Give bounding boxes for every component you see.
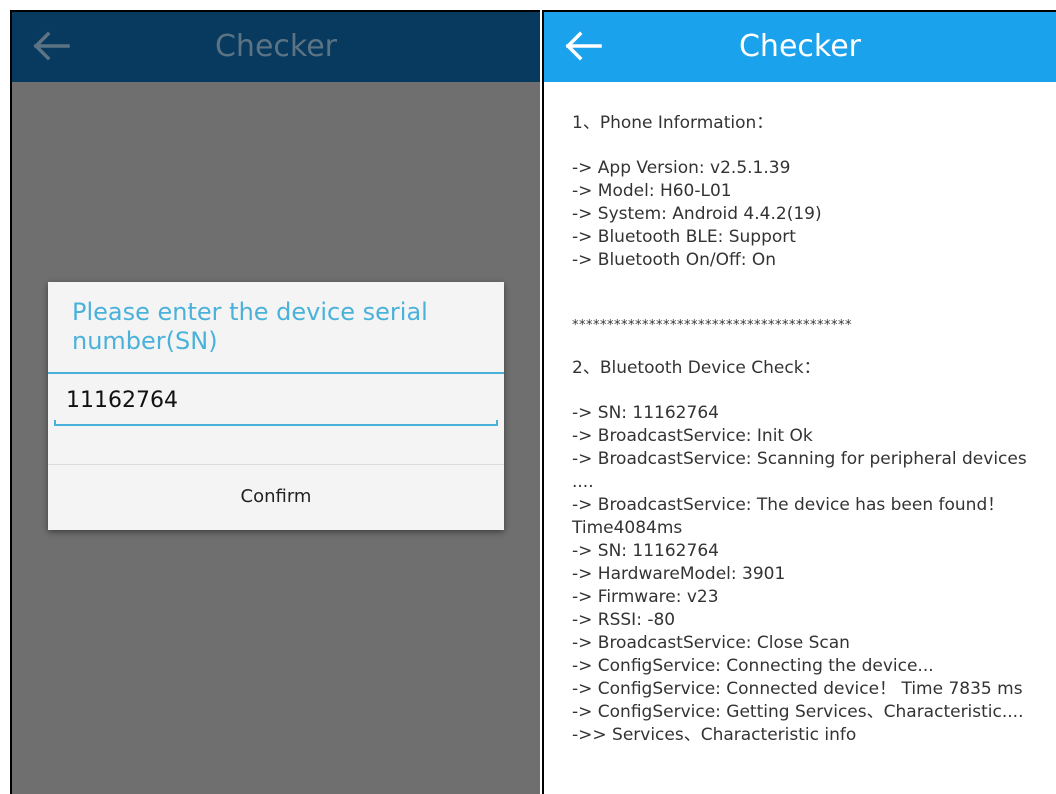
- phone-info-lines: -> App Version: v2.5.1.39 -> Model: H60-L…: [572, 157, 1032, 272]
- section-heading-phone-info: 1、Phone Information：: [572, 113, 774, 133]
- log-line: -> ConfigService: Connected device！ Time…: [572, 679, 1023, 699]
- right-action-bar: Checker: [544, 12, 1056, 82]
- log-line: -> System: Android 4.4.2(19): [572, 204, 822, 224]
- page-title: Checker: [738, 29, 861, 64]
- log-line: ->> Services、Characteristic info: [572, 725, 857, 745]
- serial-number-dialog: Please enter the device serial number(SN…: [48, 282, 504, 530]
- page-title: Checker: [214, 29, 337, 64]
- input-underline: [54, 420, 498, 426]
- bluetooth-check-lines: -> SN: 11162764 -> BroadcastService: Init…: [572, 402, 1032, 747]
- log-line: -> Bluetooth BLE: Support: [572, 227, 796, 247]
- log-line: -> HardwareModel: 3901: [572, 564, 786, 584]
- dialog-title: Please enter the device serial number(SN…: [72, 298, 428, 355]
- log-line: -> BroadcastService: Init Ok: [572, 426, 813, 446]
- log-line: -> Model: H60-L01: [572, 181, 732, 201]
- log-line: -> RSSI: -80: [572, 610, 676, 630]
- back-button[interactable]: [28, 26, 72, 66]
- log-line: -> BroadcastService: Close Scan: [572, 633, 850, 653]
- right-phone-screen: Checker 1、Phone Information： -> App Vers…: [542, 10, 1056, 794]
- log-line: -> App Version: v2.5.1.39: [572, 158, 791, 178]
- log-line: -> BroadcastService: The device has been…: [572, 495, 1010, 538]
- log-line: -> Bluetooth On/Off: On: [572, 250, 776, 270]
- left-action-bar: Checker: [12, 12, 540, 82]
- left-phone-screen: Checker Please enter the device serial n…: [10, 10, 540, 794]
- arrow-left-icon: [33, 31, 70, 61]
- log-line: -> BroadcastService: Scanning for periph…: [572, 449, 1033, 492]
- arrow-left-icon: [565, 31, 602, 61]
- log-line: -> SN: 11162764: [572, 403, 719, 423]
- checker-log: 1、Phone Information： -> App Version: v2.…: [572, 112, 1032, 747]
- dialog-title-divider: [48, 372, 504, 374]
- log-line: -> Firmware: v23: [572, 587, 719, 607]
- separator-line: ****************************************: [572, 318, 852, 333]
- log-line: -> ConfigService: Connecting the device.…: [572, 656, 934, 676]
- log-line: -> SN: 11162764: [572, 541, 719, 561]
- serial-number-input[interactable]: [54, 380, 498, 420]
- section-heading-bluetooth-check: 2、Bluetooth Device Check：: [572, 358, 821, 378]
- log-line: -> ConfigService: Getting Services、Chara…: [572, 702, 1024, 722]
- back-button[interactable]: [560, 26, 604, 66]
- confirm-button[interactable]: Confirm: [48, 465, 504, 529]
